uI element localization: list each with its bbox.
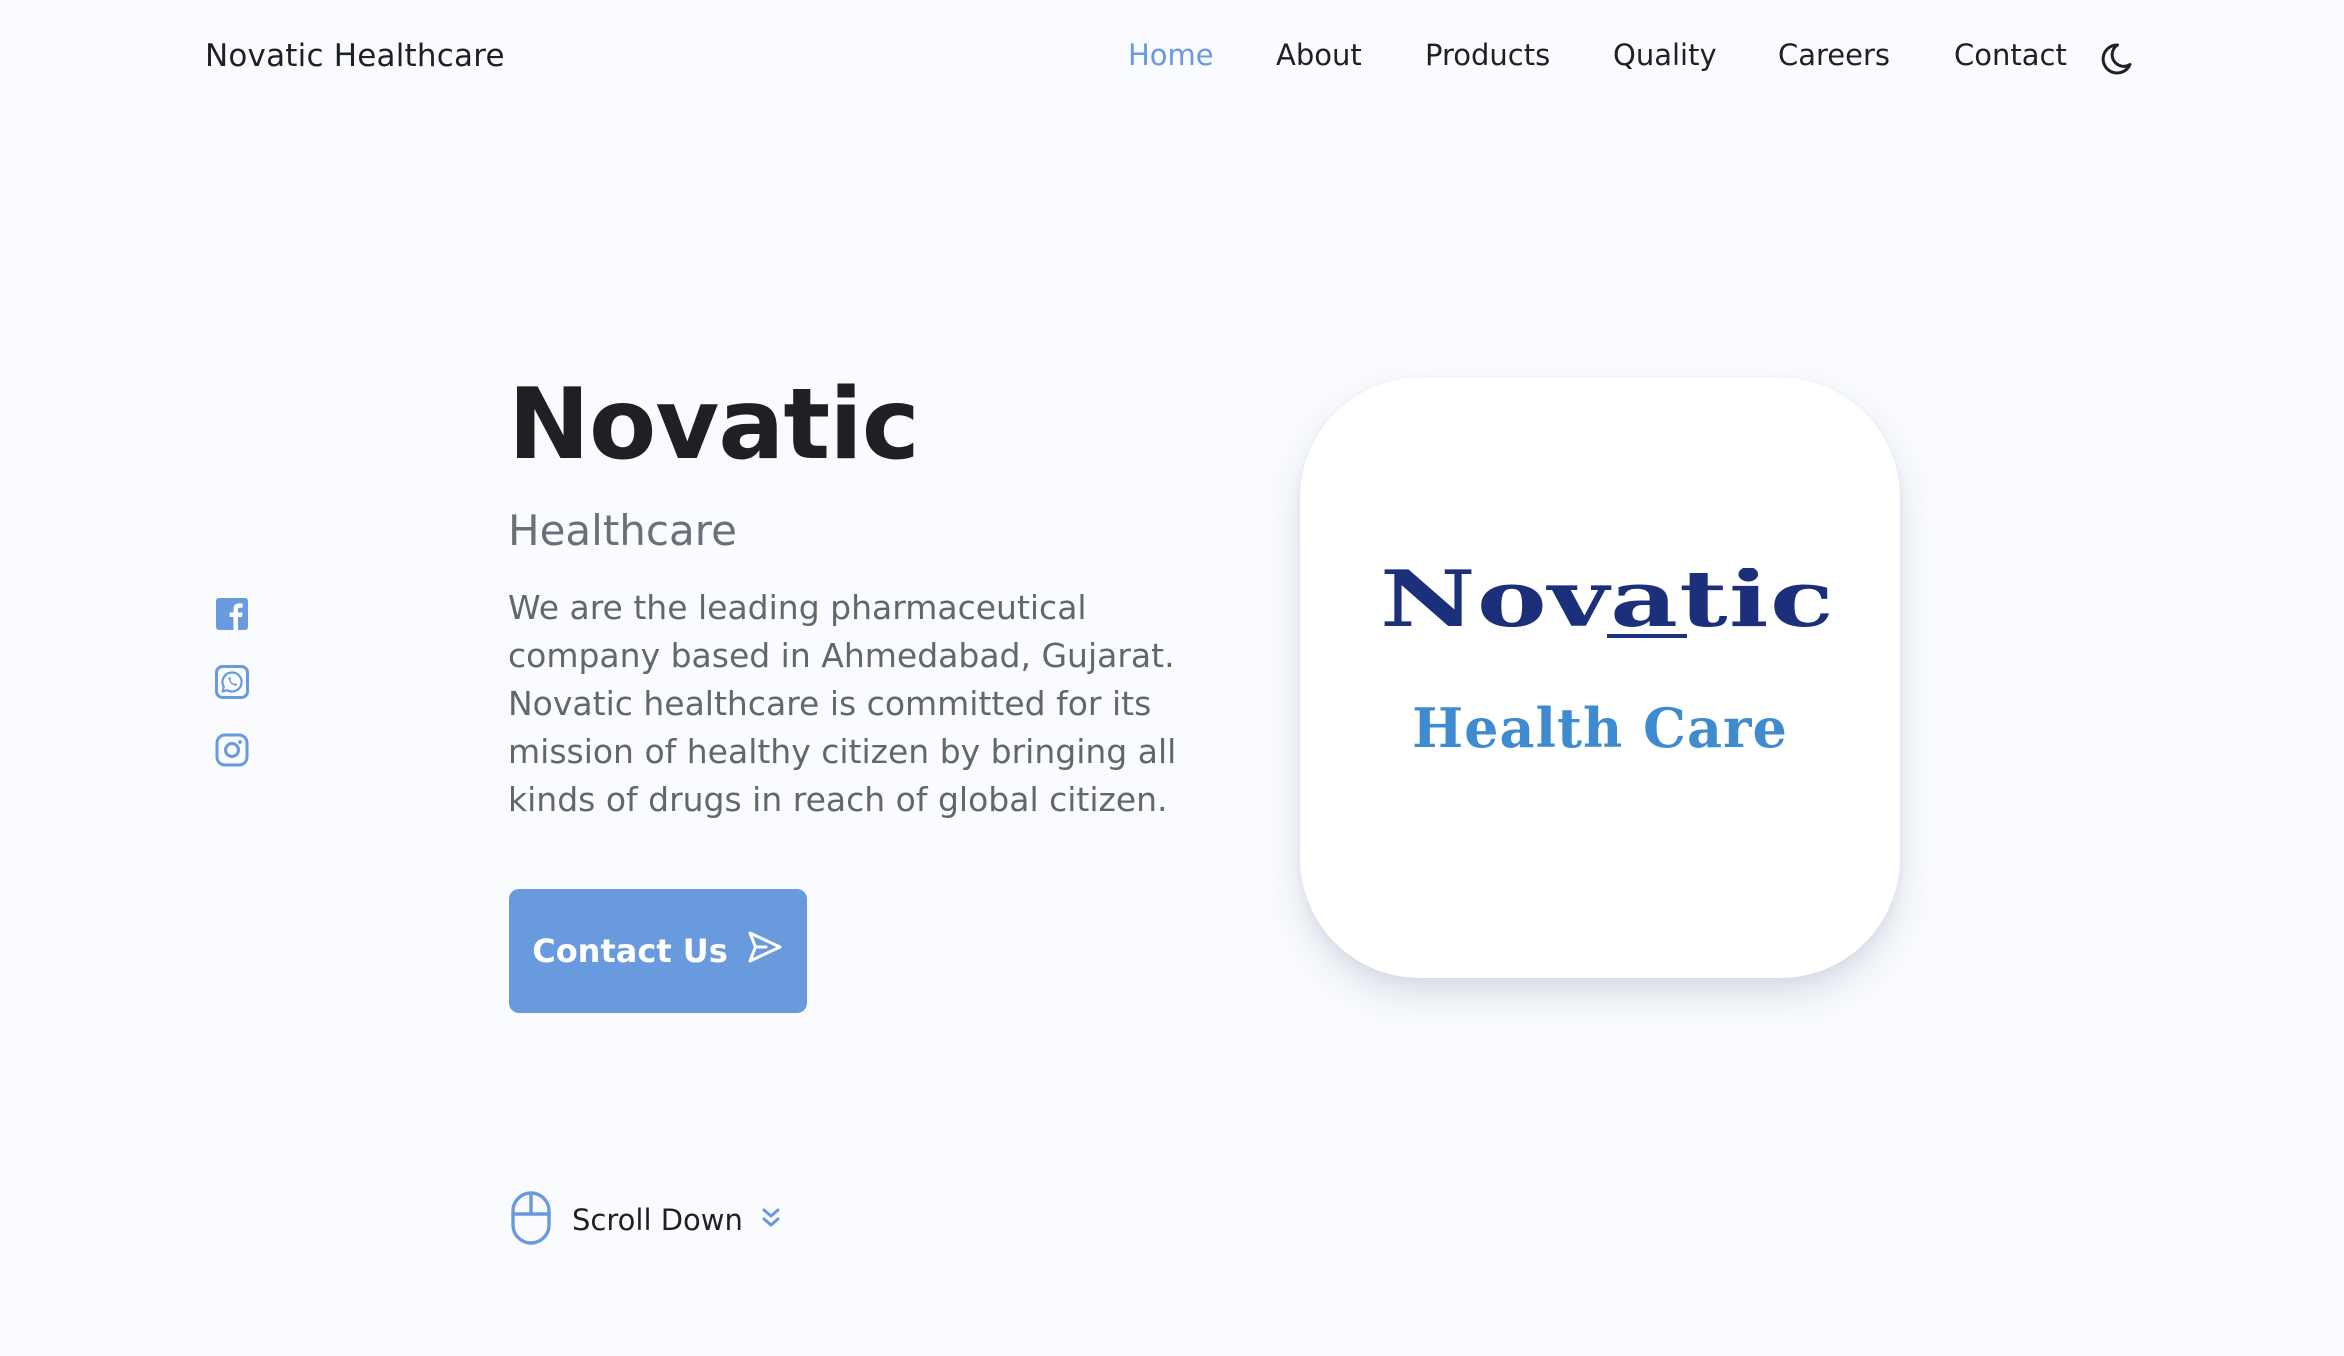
- page: Novatic Healthcare Home About Products Q…: [0, 0, 2344, 1356]
- nav-quality[interactable]: Quality: [1613, 38, 1717, 72]
- logo-wordmark-text: Novatic: [1380, 568, 1835, 638]
- logo-tagline: Health Care: [1412, 696, 1788, 760]
- mouse-icon: [510, 1190, 552, 1250]
- instagram-icon[interactable]: [214, 732, 250, 768]
- logo-card: Novatic Health Care: [1300, 378, 1900, 978]
- main-nav: Home About Products Quality Careers Cont…: [0, 38, 2344, 82]
- nav-careers[interactable]: Careers: [1778, 38, 1890, 72]
- chevrons-down-icon: [743, 1206, 781, 1234]
- whatsapp-icon[interactable]: [214, 664, 250, 700]
- nav-about[interactable]: About: [1276, 38, 1362, 72]
- site-header: Novatic Healthcare Home About Products Q…: [0, 0, 2344, 120]
- novatic-logo-wordmark: Novatic: [1380, 568, 1835, 638]
- contact-us-label: Contact Us: [532, 932, 728, 970]
- hero-title: Novatic: [508, 368, 920, 482]
- scroll-down-label: Scroll Down: [572, 1203, 743, 1237]
- send-icon: [746, 928, 784, 974]
- nav-contact[interactable]: Contact: [1954, 38, 2067, 72]
- contact-us-button[interactable]: Contact Us: [509, 889, 807, 1013]
- hero-description: We are the leading pharmaceutical compan…: [508, 588, 1177, 819]
- nav-home[interactable]: Home: [1128, 38, 1214, 72]
- moon-icon[interactable]: [2100, 38, 2140, 78]
- social-links: [214, 596, 254, 800]
- facebook-icon[interactable]: [214, 596, 250, 632]
- nav-products[interactable]: Products: [1425, 38, 1550, 72]
- scroll-down-link[interactable]: Scroll Down: [510, 1190, 781, 1250]
- hero-subtitle: Healthcare: [508, 506, 737, 555]
